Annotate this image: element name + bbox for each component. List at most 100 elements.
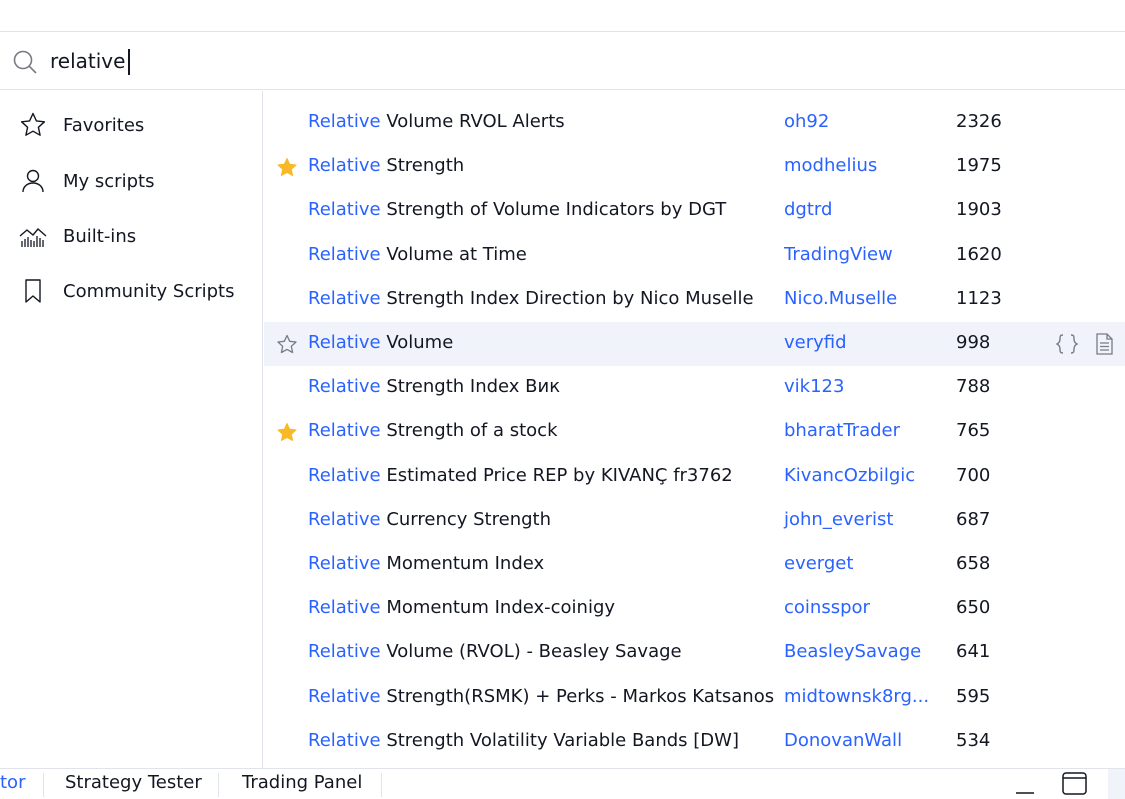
result-row[interactable]: Relative Volume at Time TradingView 1620 xyxy=(264,234,1125,278)
sidebar-item-label: Built-ins xyxy=(63,225,137,247)
sidebar: Favorites My scripts Built-ins Community… xyxy=(0,91,263,768)
search-match: Relative xyxy=(308,686,381,707)
script-name: Relative Volume xyxy=(308,332,453,353)
author-link[interactable]: modhelius xyxy=(784,155,877,176)
search-match: Relative xyxy=(308,155,381,176)
result-row[interactable]: Relative Strength(RSMK) + Perks - Markos… xyxy=(264,676,1125,720)
author-link[interactable]: midtownsk8rg... xyxy=(784,686,929,707)
script-name-rest: Currency Strength xyxy=(380,509,551,530)
likes-count: 998 xyxy=(956,332,991,353)
bookmark-icon xyxy=(17,275,49,307)
tab-trading-panel[interactable]: Trading Panel xyxy=(242,772,362,793)
star-outline-icon[interactable] xyxy=(276,334,298,356)
result-row[interactable]: Relative Estimated Price REP by KIVANÇ f… xyxy=(264,455,1125,499)
star-filled-icon[interactable] xyxy=(276,422,298,444)
author-link[interactable]: Nico.Muselle xyxy=(784,288,897,309)
script-name-rest: Strength of a stock xyxy=(380,420,558,441)
likes-count: 687 xyxy=(956,509,991,530)
script-name: Relative Strength Index Вик xyxy=(308,376,560,397)
sidebar-item-my-scripts[interactable]: My scripts xyxy=(0,161,262,201)
result-row[interactable]: Relative Strength Volatility Variable Ba… xyxy=(264,720,1125,764)
search-match: Relative xyxy=(308,420,381,441)
author-link[interactable]: dgtrd xyxy=(784,199,832,220)
likes-count: 534 xyxy=(956,730,991,751)
search-match: Relative xyxy=(308,641,381,662)
result-row[interactable]: Relative Currency Strength john_everist 68… xyxy=(264,499,1125,543)
likes-count: 658 xyxy=(956,553,991,574)
search-match: Relative xyxy=(308,332,381,353)
likes-count: 1123 xyxy=(956,288,1002,309)
likes-count: 595 xyxy=(956,686,991,707)
author-link[interactable]: TradingView xyxy=(784,244,893,265)
sidebar-item-label: Favorites xyxy=(63,114,145,136)
result-row[interactable]: Relative Momentum Index-coinigy coinsspor… xyxy=(264,587,1125,631)
script-name: Relative Volume at Time xyxy=(308,244,527,265)
chart-icon xyxy=(17,220,49,252)
script-name: Relative Strength of Volume Indicators b… xyxy=(308,199,726,220)
result-row[interactable]: Relative Volume RVOL Alerts oh92 2326 xyxy=(264,101,1125,145)
tab-divider xyxy=(381,773,382,797)
result-row[interactable]: Relative Strength Index Вик vik123 788 xyxy=(264,366,1125,410)
script-name-rest: Volume RVOL Alerts xyxy=(380,111,565,132)
tab-divider xyxy=(43,773,44,797)
top-strip xyxy=(0,0,1125,32)
search-match: Relative xyxy=(308,509,381,530)
search-match: Relative xyxy=(308,553,381,574)
search-match: Relative xyxy=(308,730,381,751)
script-name-rest: Strength of Volume Indicators by DGT xyxy=(380,199,727,220)
script-name: Relative Volume (RVOL) - Beasley Savage xyxy=(308,641,682,662)
maximize-icon[interactable] xyxy=(1060,770,1090,798)
script-name: Relative Strength Index Direction by Nic… xyxy=(308,288,754,309)
likes-count: 1620 xyxy=(956,244,1002,265)
script-name: Relative Currency Strength xyxy=(308,509,551,530)
script-name: Relative Momentum Index-coinigy xyxy=(308,597,615,618)
script-name-rest: Momentum Index xyxy=(380,553,545,574)
star-filled-icon[interactable] xyxy=(276,157,298,179)
result-row[interactable]: Relative Momentum Index everget 658 xyxy=(264,543,1125,587)
script-name-rest: Strength Index Direction by Nico Muselle xyxy=(380,288,754,309)
search-match: Relative xyxy=(308,199,381,220)
result-row[interactable]: Relative Strength modhelius 1975 xyxy=(264,145,1125,189)
result-row[interactable]: Relative Strength of Volume Indicators b… xyxy=(264,189,1125,233)
author-link[interactable]: BeasleySavage xyxy=(784,641,921,662)
result-row[interactable]: Relative Volume veryfid 998 xyxy=(264,322,1125,366)
sidebar-item-favorites[interactable]: Favorites xyxy=(0,105,262,145)
results-list: Relative Volume RVOL Alerts oh92 2326 Relat… xyxy=(264,101,1125,768)
bottom-bar: tor Strategy Tester Trading Panel xyxy=(0,768,1125,799)
search-input[interactable] xyxy=(50,46,650,76)
author-link[interactable]: veryfid xyxy=(784,332,847,353)
user-icon xyxy=(17,165,49,197)
script-name-rest: Estimated Price REP by KIVANÇ fr3762 xyxy=(380,465,733,486)
likes-count: 700 xyxy=(956,465,991,486)
script-name-rest: Volume at Time xyxy=(380,244,527,265)
script-name-rest: Strength Volatility Variable Bands [DW] xyxy=(380,730,739,751)
script-name: Relative Volume RVOL Alerts xyxy=(308,111,565,132)
author-link[interactable]: bharatTrader xyxy=(784,420,900,441)
script-name: Relative Estimated Price REP by KIVANÇ f… xyxy=(308,465,733,486)
script-name: Relative Strength Volatility Variable Ba… xyxy=(308,730,739,751)
author-link[interactable]: vik123 xyxy=(784,376,844,397)
author-link[interactable]: john_everist xyxy=(784,509,893,530)
author-link[interactable]: coinsspor xyxy=(784,597,870,618)
minimize-icon[interactable] xyxy=(1012,773,1038,797)
author-link[interactable]: KivancOzbilgic xyxy=(784,465,915,486)
scroll-edge xyxy=(1108,769,1125,799)
sidebar-item-built-ins[interactable]: Built-ins xyxy=(0,216,262,256)
source-code-icon[interactable] xyxy=(1054,332,1080,356)
tab-pine-editor[interactable]: tor xyxy=(0,772,25,793)
document-icon[interactable] xyxy=(1091,332,1117,356)
tab-strategy-tester[interactable]: Strategy Tester xyxy=(65,772,202,793)
likes-count: 788 xyxy=(956,376,991,397)
search-match: Relative xyxy=(308,465,381,486)
likes-count: 650 xyxy=(956,597,991,618)
search-match: Relative xyxy=(308,288,381,309)
author-link[interactable]: DonovanWall xyxy=(784,730,902,751)
author-link[interactable]: everget xyxy=(784,553,853,574)
star-outline-icon xyxy=(17,109,49,141)
result-row[interactable]: Relative Volume (RVOL) - Beasley Savage B… xyxy=(264,631,1125,675)
sidebar-item-community-scripts[interactable]: Community Scripts xyxy=(0,271,262,311)
result-row[interactable]: Relative Strength Index Direction by Nic… xyxy=(264,278,1125,322)
author-link[interactable]: oh92 xyxy=(784,111,829,132)
script-name-rest: Strength Index Вик xyxy=(380,376,561,397)
result-row[interactable]: Relative Strength of a stock bharatTrader… xyxy=(264,410,1125,454)
